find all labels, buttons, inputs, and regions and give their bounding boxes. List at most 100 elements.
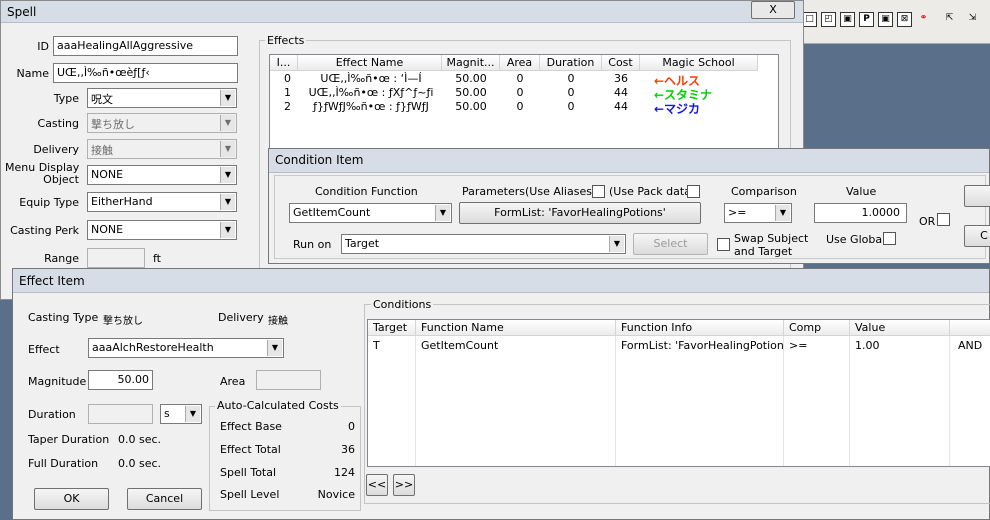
- spell-titlebar: Spell: [1, 1, 803, 23]
- use-global-checkbox[interactable]: [883, 232, 896, 245]
- chevron-down-icon: ▼: [435, 205, 450, 221]
- comparison-select[interactable]: >= ▼: [724, 203, 792, 223]
- link-icon[interactable]: ⚭: [916, 12, 931, 27]
- effects-row-cost: 44: [614, 100, 628, 113]
- menu-display-label: Menu Display Object: [5, 162, 79, 186]
- parameters-label: Parameters: [462, 185, 525, 198]
- next-condition-button[interactable]: >>: [393, 474, 415, 496]
- p-icon[interactable]: P: [859, 12, 874, 27]
- chevron-down-icon: ▼: [220, 90, 235, 106]
- column-divider: [849, 336, 850, 466]
- effects-col-duration[interactable]: Duration: [540, 55, 602, 71]
- conditions-col-target[interactable]: Target: [368, 320, 416, 336]
- condition-function-select[interactable]: GetItemCount ▼: [289, 203, 452, 223]
- toolbar-strip: □ ◰ ▣ P ▣ ⊠ ⚭ ⇱ ⇲: [800, 0, 990, 44]
- x-box-icon[interactable]: ⊠: [897, 12, 912, 27]
- effects-group-title: Effects: [265, 34, 307, 47]
- condition-andor: AND: [958, 339, 983, 352]
- menu-display-select[interactable]: NONE ▼: [87, 165, 237, 185]
- duration-unit-select[interactable]: s ▼: [160, 404, 202, 424]
- conditions-col-comp[interactable]: Comp: [784, 320, 850, 336]
- column-divider: [615, 336, 616, 466]
- conditions-col-function[interactable]: Function Name: [416, 320, 616, 336]
- id-field[interactable]: aaaHealingAllAggressive: [53, 36, 238, 56]
- effects-row-index: 1: [284, 86, 291, 99]
- conditions-list[interactable]: Target Function Name Function Info Comp …: [367, 319, 990, 467]
- use-aliases-checkbox[interactable]: [592, 185, 605, 198]
- effects-row-duration: 0: [567, 100, 575, 113]
- effects-col-area[interactable]: Area: [500, 55, 540, 71]
- type-select[interactable]: 呪文 ▼: [87, 88, 237, 108]
- ok-button-condition[interactable]: [964, 185, 990, 207]
- duration-field: [88, 404, 153, 424]
- view-box-icon[interactable]: □: [802, 12, 817, 27]
- close-button[interactable]: X: [751, 1, 795, 19]
- chevron-down-icon: ▼: [775, 205, 790, 221]
- chevron-down-icon: ▼: [220, 222, 235, 238]
- effect-label: Effect: [28, 343, 60, 356]
- parameter-formlist-button[interactable]: FormList: 'FavorHealingPotions': [459, 202, 701, 224]
- effect-value: aaaAlchRestoreHealth: [92, 341, 214, 354]
- magnitude-value: 50.00: [117, 373, 150, 386]
- magnitude-field[interactable]: 50.00: [88, 370, 153, 390]
- effect-window: Effect Item Casting Type 撃ち放し Delivery 接…: [12, 268, 990, 520]
- conditions-col-extra[interactable]: [950, 320, 990, 336]
- casting-perk-select[interactable]: NONE ▼: [87, 220, 237, 240]
- spell-level-value: Novice: [317, 488, 355, 501]
- condition-window: Condition Item Condition Function GetIte…: [268, 148, 990, 264]
- select-icon[interactable]: ⇲: [965, 12, 980, 27]
- delivery-label-effect: Delivery: [218, 311, 264, 324]
- box-outline-icon[interactable]: ▣: [840, 12, 855, 27]
- cube-icon[interactable]: ◰: [821, 12, 836, 27]
- prev-condition-button[interactable]: <<: [366, 474, 388, 496]
- spell-total-label: Spell Total: [220, 466, 277, 479]
- effects-col-cost[interactable]: Cost: [602, 55, 640, 71]
- full-duration-value: 0.0 sec.: [118, 457, 162, 470]
- effects-col-school[interactable]: Magic School: [640, 55, 758, 71]
- effects-col-name[interactable]: Effect Name: [298, 55, 442, 71]
- area-label: Area: [220, 375, 246, 388]
- cancel-button[interactable]: Cancel: [127, 488, 202, 510]
- use-aliases-label: (Use Aliases): [525, 185, 597, 198]
- effects-list[interactable]: I... Effect Name Magnit... Area Duration…: [269, 54, 779, 154]
- name-field[interactable]: UŒ‚‚Ì‰ñ•œèƒ[ƒ‹: [53, 63, 238, 83]
- run-on-select[interactable]: Target ▼: [341, 234, 626, 254]
- cancel-button-condition[interactable]: C: [964, 225, 990, 247]
- conditions-col-info[interactable]: Function Info: [616, 320, 784, 336]
- frame-icon[interactable]: ▣: [878, 12, 893, 27]
- range-unit: ft: [153, 252, 161, 265]
- chevron-down-icon: ▼: [609, 236, 624, 252]
- taper-duration-value: 0.0 sec.: [118, 433, 162, 446]
- type-value: 呪文: [91, 93, 113, 106]
- effects-row[interactable]: 0 UŒ‚‚Ì‰ñ•œ : ‘Ì—Í 50.00 0 0 36 ←ヘルス: [270, 72, 778, 88]
- casting-label: Casting: [37, 117, 79, 130]
- effects-row-index: 0: [284, 72, 291, 85]
- column-divider: [415, 336, 416, 466]
- condition-value: 1.00: [855, 339, 880, 352]
- table-row[interactable]: T GetItemCount FormList: 'FavorHealingPo…: [368, 339, 990, 353]
- effect-select[interactable]: aaaAlchRestoreHealth ▼: [88, 338, 284, 358]
- or-label: OR: [919, 215, 936, 228]
- use-pack-data-checkbox[interactable]: [687, 185, 700, 198]
- run-on-label: Run on: [293, 238, 332, 251]
- effects-col-magnitude[interactable]: Magnit...: [442, 55, 500, 71]
- conditions-col-value[interactable]: Value: [850, 320, 950, 336]
- equip-type-select[interactable]: EitherHand ▼: [87, 192, 237, 212]
- comparison-label: Comparison: [731, 185, 797, 198]
- ok-button[interactable]: OK: [34, 488, 109, 510]
- run-on-value: Target: [345, 237, 380, 250]
- value-field[interactable]: 1.0000: [814, 203, 907, 223]
- chevron-down-icon: ▼: [220, 141, 235, 157]
- swap-subject-checkbox[interactable]: [717, 238, 730, 251]
- effects-row[interactable]: 2 ƒ}ƒWƒJ‰ñ•œ : ƒ}ƒWƒJ 50.00 0 0 44 ←マジカ: [270, 100, 778, 116]
- duration-unit-value: s: [164, 407, 170, 420]
- use-pack-data-label: (Use Pack data): [609, 185, 696, 198]
- effect-window-title: Effect Item: [19, 274, 85, 288]
- pointer-icon[interactable]: ⇱: [942, 12, 957, 27]
- effects-col-index[interactable]: I...: [270, 55, 298, 71]
- duration-label: Duration: [28, 408, 76, 421]
- or-checkbox[interactable]: [937, 213, 950, 226]
- effects-row[interactable]: 1 UŒ‚‚Ì‰ñ•œ : ƒXƒ^ƒ~ƒi 50.00 0 0 44 ←スタミ…: [270, 86, 778, 102]
- range-field: [87, 248, 145, 268]
- casting-type-value: 撃ち放し: [103, 316, 143, 327]
